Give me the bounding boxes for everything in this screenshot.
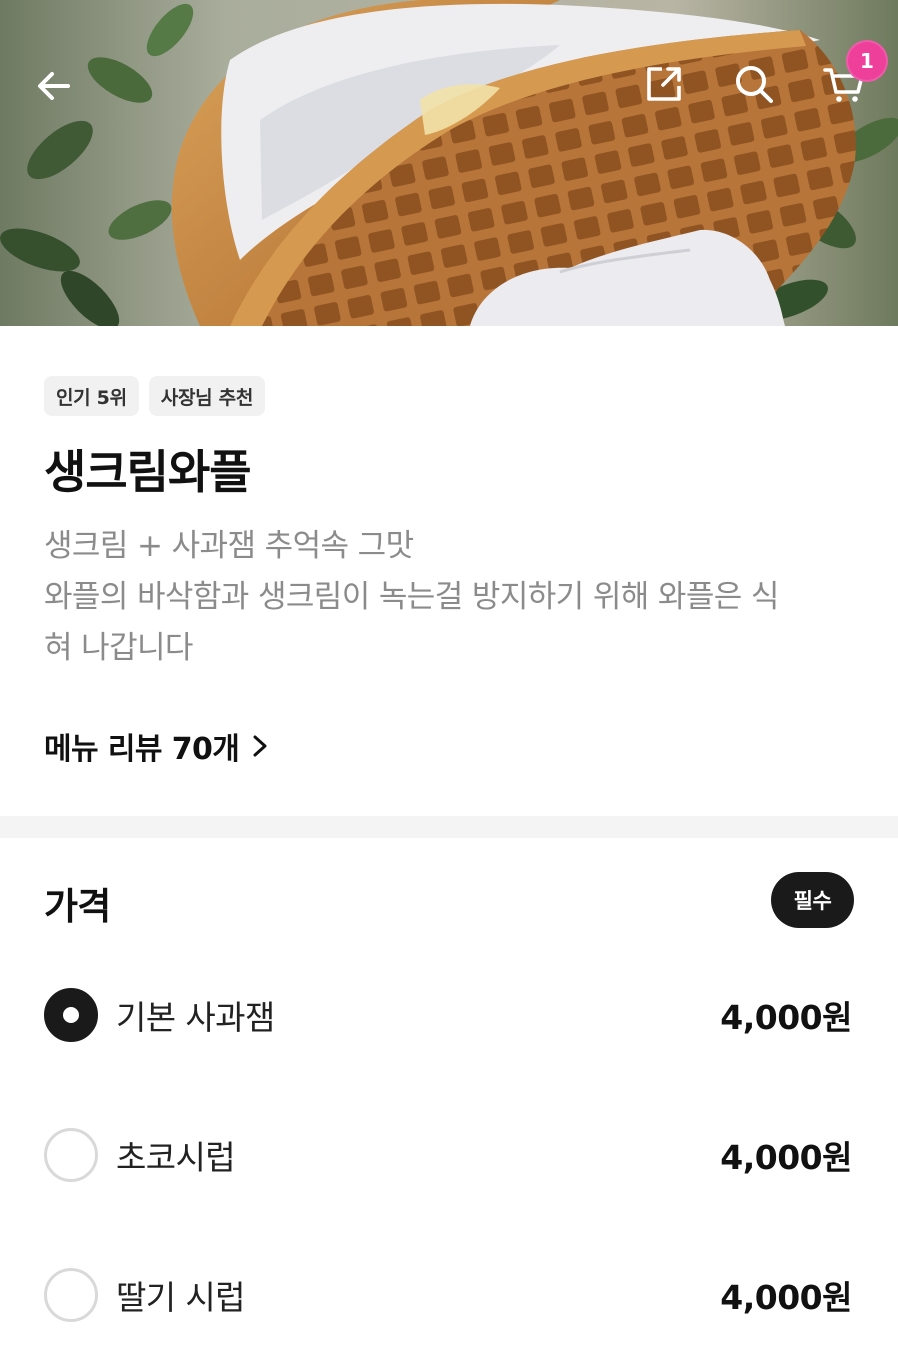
search-icon [736, 66, 773, 103]
chevron-right-icon [253, 735, 267, 757]
reviews-label: 메뉴 리뷰 70개 [44, 732, 240, 767]
menu-reviews-link[interactable]: 메뉴 리뷰 70개 [44, 724, 271, 768]
share-icon [647, 67, 681, 101]
option-price: 4,000원 [720, 1278, 852, 1317]
radio-button[interactable] [44, 1128, 98, 1182]
share-button[interactable] [632, 52, 696, 116]
tag-popular-rank: 인기 5위 [44, 376, 139, 416]
description-line: 와플의 바삭함과 생크림이 녹는걸 방지하기 위해 와플은 식 [44, 579, 779, 615]
search-button[interactable] [722, 52, 786, 116]
menu-tags: 인기 5위 사장님 추천 [44, 376, 265, 416]
menu-title: 생크림와플 [44, 445, 252, 499]
description-line: 혀 나갑니다 [44, 630, 193, 666]
description-line: 생크림 + 사과잼 추억속 그맛 [44, 528, 414, 564]
menu-description: 생크림 + 사과잼 추억속 그맛 와플의 바삭함과 생크림이 녹는걸 방지하기 … [44, 521, 864, 674]
cart-count-badge: 1 [846, 40, 888, 82]
menu-info: 인기 5위 사장님 추천 생크림와플 생크림 + 사과잼 추억속 그맛 와플의 … [0, 326, 898, 816]
back-button[interactable] [22, 54, 86, 118]
price-section-title: 가격 [44, 885, 111, 928]
price-option-choco-syrup[interactable]: 초코시럽 4,000원 [0, 1110, 898, 1200]
option-price: 4,000원 [720, 1138, 852, 1177]
option-price: 4,000원 [720, 998, 852, 1037]
price-options-section: 가격 필수 기본 사과잼 4,000원 초코시럽 4,000원 딸기 시럽 4,… [0, 838, 898, 1353]
menu-photo: 1 [0, 0, 898, 326]
tag-owner-pick: 사장님 추천 [148, 376, 265, 416]
radio-button-selected[interactable] [44, 988, 98, 1042]
section-divider [0, 816, 898, 838]
option-label: 초코시럽 [116, 1138, 236, 1177]
option-label: 딸기 시럽 [116, 1278, 246, 1317]
price-option-strawberry-syrup[interactable]: 딸기 시럽 4,000원 [0, 1250, 898, 1340]
required-badge: 필수 [771, 872, 854, 928]
arrow-left-icon [38, 72, 70, 100]
top-navigation: 1 [0, 0, 898, 160]
radio-button[interactable] [44, 1268, 98, 1322]
option-label: 기본 사과잼 [116, 998, 275, 1037]
price-option-basic-apple-jam[interactable]: 기본 사과잼 4,000원 [0, 970, 898, 1060]
